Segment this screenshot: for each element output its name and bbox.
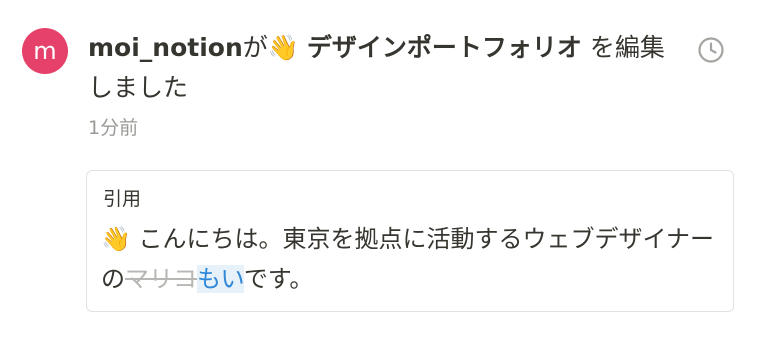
avatar-letter: m [33,37,57,65]
page-link[interactable]: 👋 デザインポートフォリオ [268,33,582,62]
particle-text: が [242,33,268,62]
inserted-text: もい [197,265,244,293]
page-title: デザインポートフォリオ [306,33,582,62]
quote-body: 👋 こんにちは。東京を拠点に活動するウェブデザイナーのマリコもいです。 [101,219,716,299]
deleted-text: マリコ [125,265,197,293]
quote-card[interactable]: 引用 👋 こんにちは。東京を拠点に活動するウェブデザイナーのマリコもいです。 [86,170,734,312]
activity-headline: moi_notionが👋 デザインポートフォリオ を編集しました [88,28,688,108]
waving-hand-icon: 👋 [267,33,299,62]
timestamp: 1分前 [88,117,139,139]
user-name[interactable]: moi_notion [88,33,243,62]
quote-label: 引用 [103,188,142,210]
clock-icon[interactable] [697,36,725,64]
activity-feed-item: m moi_notionが👋 デザインポートフォリオ を編集しました 1分前 引… [0,0,765,348]
avatar[interactable]: m [22,28,68,74]
waving-hand-icon: 👋 [101,225,131,253]
quote-text-after: です。 [243,265,314,293]
